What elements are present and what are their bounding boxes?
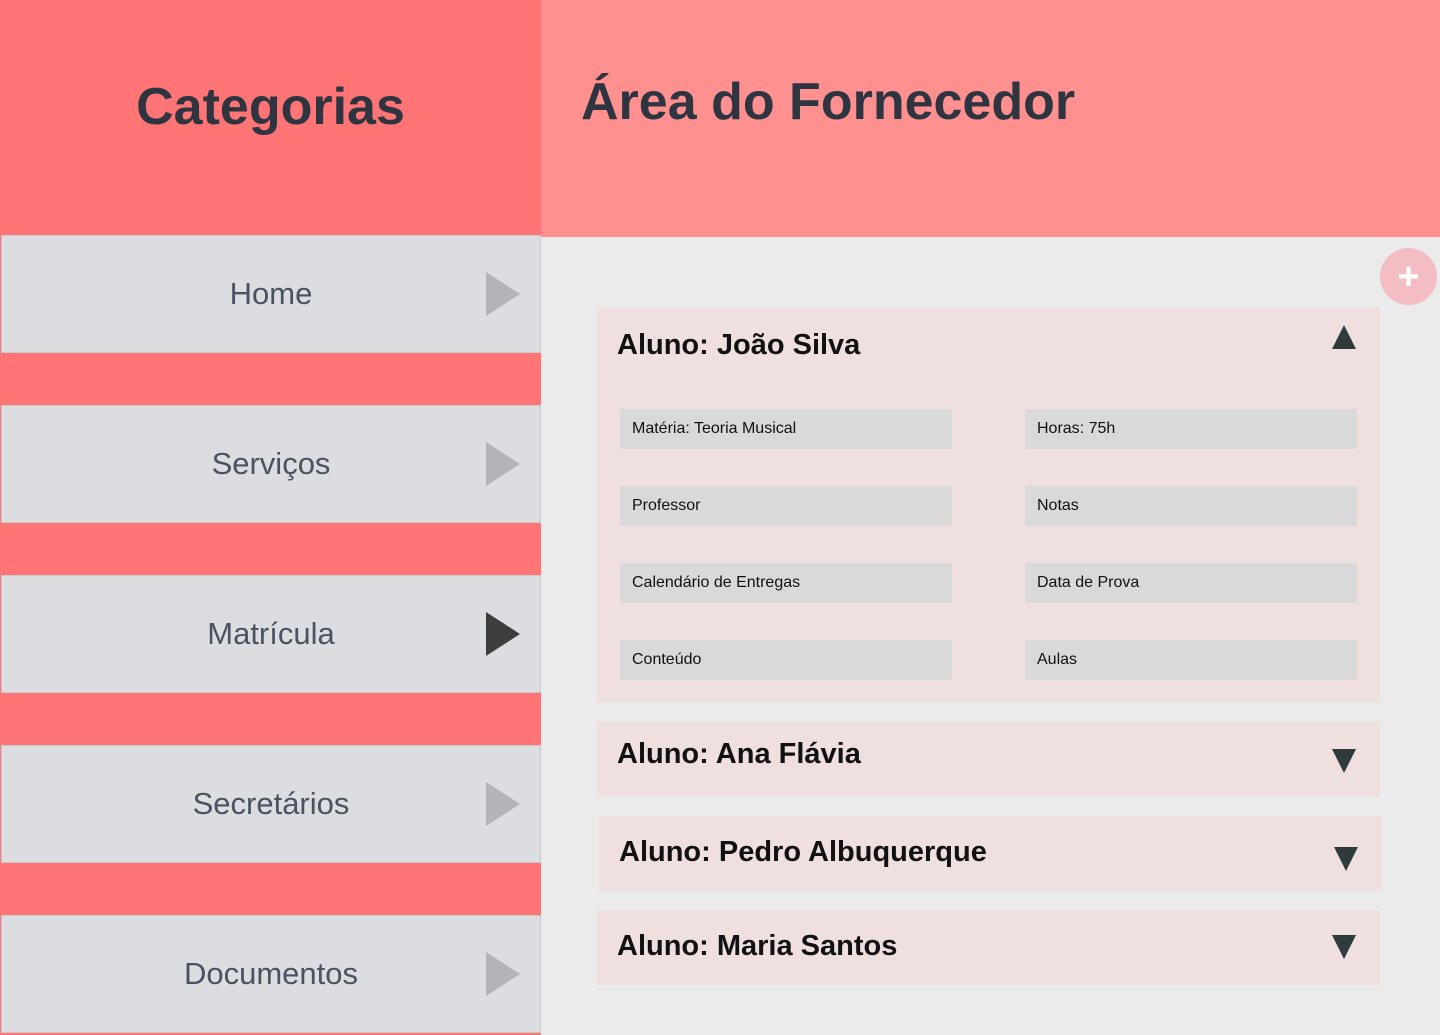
sidebar-item-secretarios[interactable]: Secretários xyxy=(1,745,541,863)
expand-icon[interactable] xyxy=(1334,847,1358,871)
chevron-right-icon xyxy=(486,272,520,316)
sidebar-item-label: Matrícula xyxy=(207,616,335,651)
sidebar-item-label: Secretários xyxy=(192,786,350,821)
field-materia[interactable]: Matéria: Teoria Musical xyxy=(620,409,952,449)
field-notas[interactable]: Notas xyxy=(1025,486,1357,526)
student-name: Aluno: Ana Flávia xyxy=(617,738,861,770)
sidebar-item-label: Serviços xyxy=(211,446,331,481)
page-title: Área do Fornecedor xyxy=(581,73,1076,131)
field-professor[interactable]: Professor xyxy=(620,486,952,526)
chevron-right-icon xyxy=(486,952,520,996)
student-name: Aluno: Maria Santos xyxy=(617,930,898,962)
sidebar-item-matricula[interactable]: Matrícula xyxy=(1,575,541,693)
page-header: Área do Fornecedor xyxy=(541,0,1440,237)
sidebar-item-servicos[interactable]: Serviços xyxy=(1,405,541,523)
sidebar-item-home[interactable]: Home xyxy=(1,235,541,353)
collapse-icon[interactable] xyxy=(1332,325,1356,349)
student-panel-expanded: Aluno: João Silva Matéria: Teoria Musica… xyxy=(597,307,1380,702)
sidebar-item-label: Home xyxy=(229,276,313,311)
chevron-right-icon xyxy=(486,782,520,826)
expand-icon[interactable] xyxy=(1332,749,1356,773)
student-panel[interactable]: Aluno: Ana Flávia xyxy=(597,722,1380,797)
chevron-right-icon xyxy=(486,612,520,656)
plus-icon: + xyxy=(1397,255,1420,298)
expand-icon[interactable] xyxy=(1332,935,1356,959)
field-calendario[interactable]: Calendário de Entregas xyxy=(620,563,952,603)
field-conteudo[interactable]: Conteúdo xyxy=(620,640,952,680)
sidebar: Categorias Home Serviços Matrícula Secre… xyxy=(0,0,541,1035)
student-panel[interactable]: Aluno: Pedro Albuquerque xyxy=(599,816,1382,891)
chevron-right-icon xyxy=(486,442,520,486)
field-horas[interactable]: Horas: 75h xyxy=(1025,409,1357,449)
student-panel[interactable]: Aluno: Maria Santos xyxy=(597,910,1380,985)
sidebar-item-documentos[interactable]: Documentos xyxy=(1,915,541,1033)
sidebar-title: Categorias xyxy=(136,77,405,136)
student-name: Aluno: João Silva xyxy=(617,329,861,361)
field-aulas[interactable]: Aulas xyxy=(1025,640,1357,680)
add-student-button[interactable]: + xyxy=(1380,248,1437,305)
student-name: Aluno: Pedro Albuquerque xyxy=(619,836,987,868)
field-data-prova[interactable]: Data de Prova xyxy=(1025,563,1357,603)
sidebar-item-label: Documentos xyxy=(183,956,359,991)
